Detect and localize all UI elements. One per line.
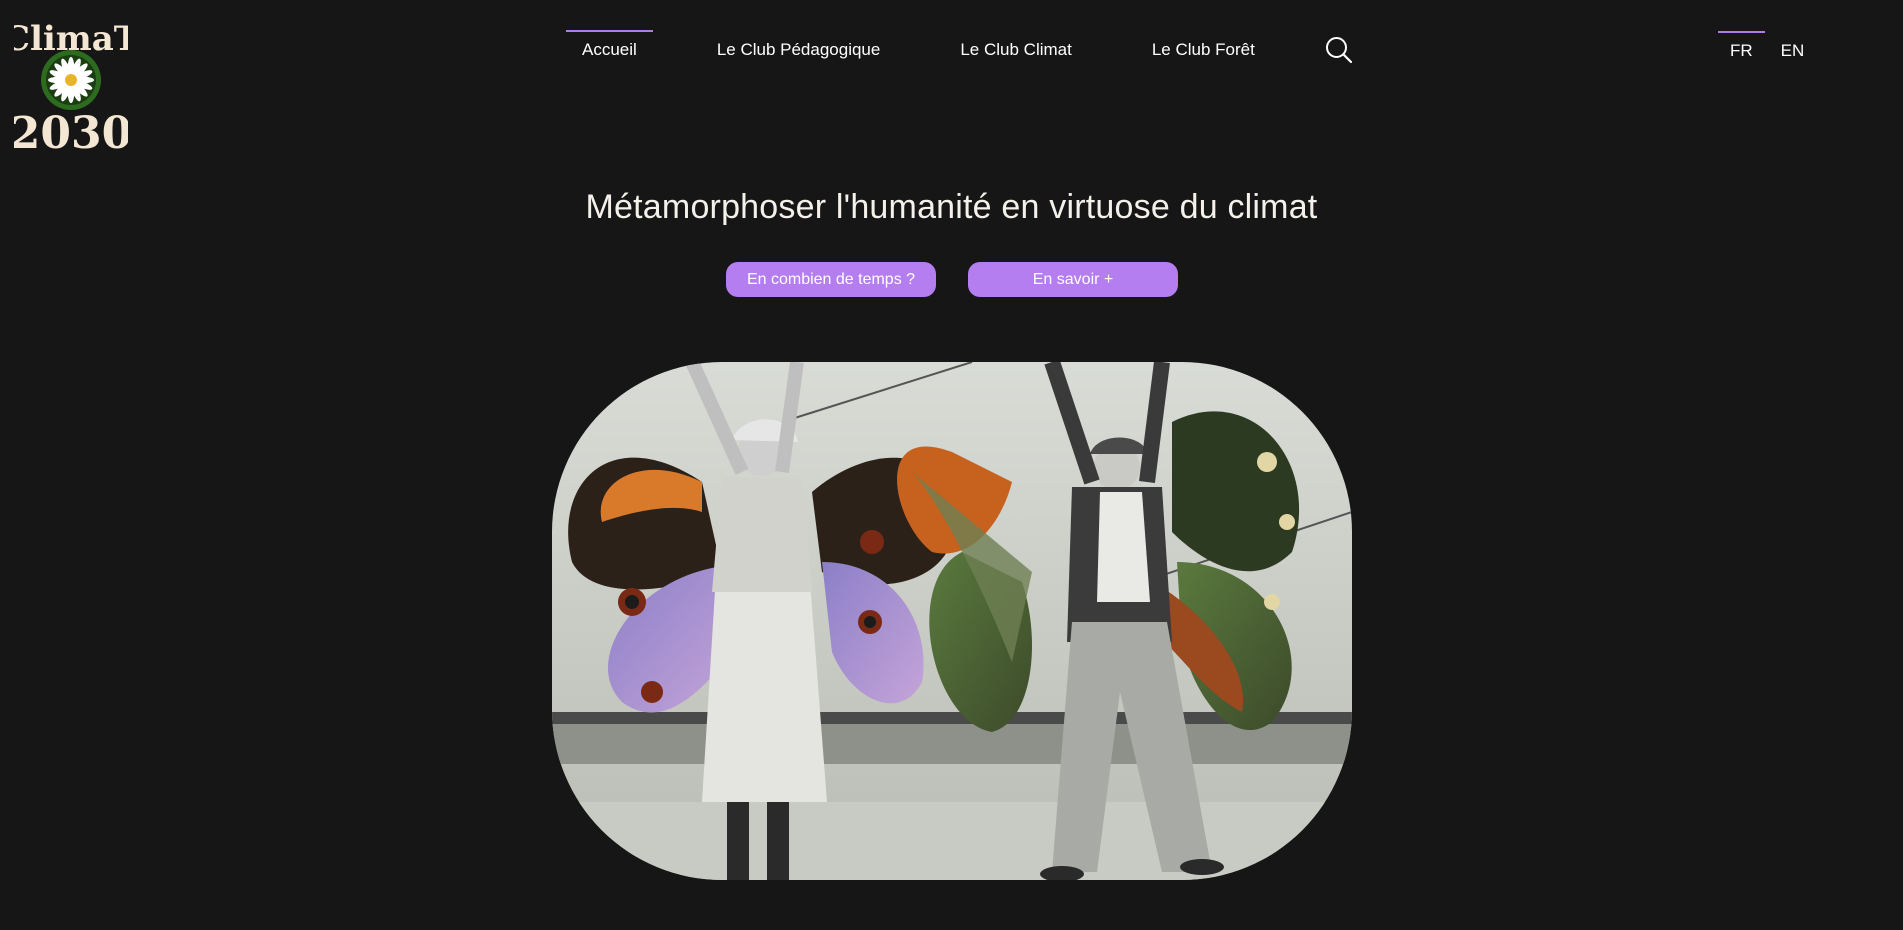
logo-bottom-text: 2030 <box>14 108 128 156</box>
hero-buttons: En combien de temps ? En savoir + <box>726 262 1178 297</box>
hero-title: Métamorphoser l'humanité en virtuose du … <box>585 188 1318 226</box>
site-logo[interactable]: ClimaT 2030 <box>14 10 128 156</box>
lang-en[interactable]: EN <box>1769 31 1817 71</box>
language-switch: FR EN <box>1718 31 1816 71</box>
nav-item-club-pedagogique[interactable]: Le Club Pédagogique <box>701 30 897 70</box>
main-nav: Accueil Le Club Pédagogique Le Club Clim… <box>566 30 1355 70</box>
page: ClimaT 2030 Accueil Le Club Pédagogique … <box>0 0 1903 930</box>
search-button[interactable] <box>1323 34 1355 66</box>
hero-image <box>552 362 1352 880</box>
learn-more-button[interactable]: En savoir + <box>968 262 1178 297</box>
how-long-button[interactable]: En combien de temps ? <box>726 262 936 297</box>
nav-item-club-foret[interactable]: Le Club Forêt <box>1136 30 1271 70</box>
nav-item-club-climat[interactable]: Le Club Climat <box>944 30 1088 70</box>
lang-fr[interactable]: FR <box>1718 31 1765 71</box>
nav-item-accueil[interactable]: Accueil <box>566 30 653 70</box>
logo-graphic: ClimaT 2030 <box>14 19 128 156</box>
search-icon <box>1325 37 1352 64</box>
butterfly-people-illustration <box>552 362 1352 880</box>
